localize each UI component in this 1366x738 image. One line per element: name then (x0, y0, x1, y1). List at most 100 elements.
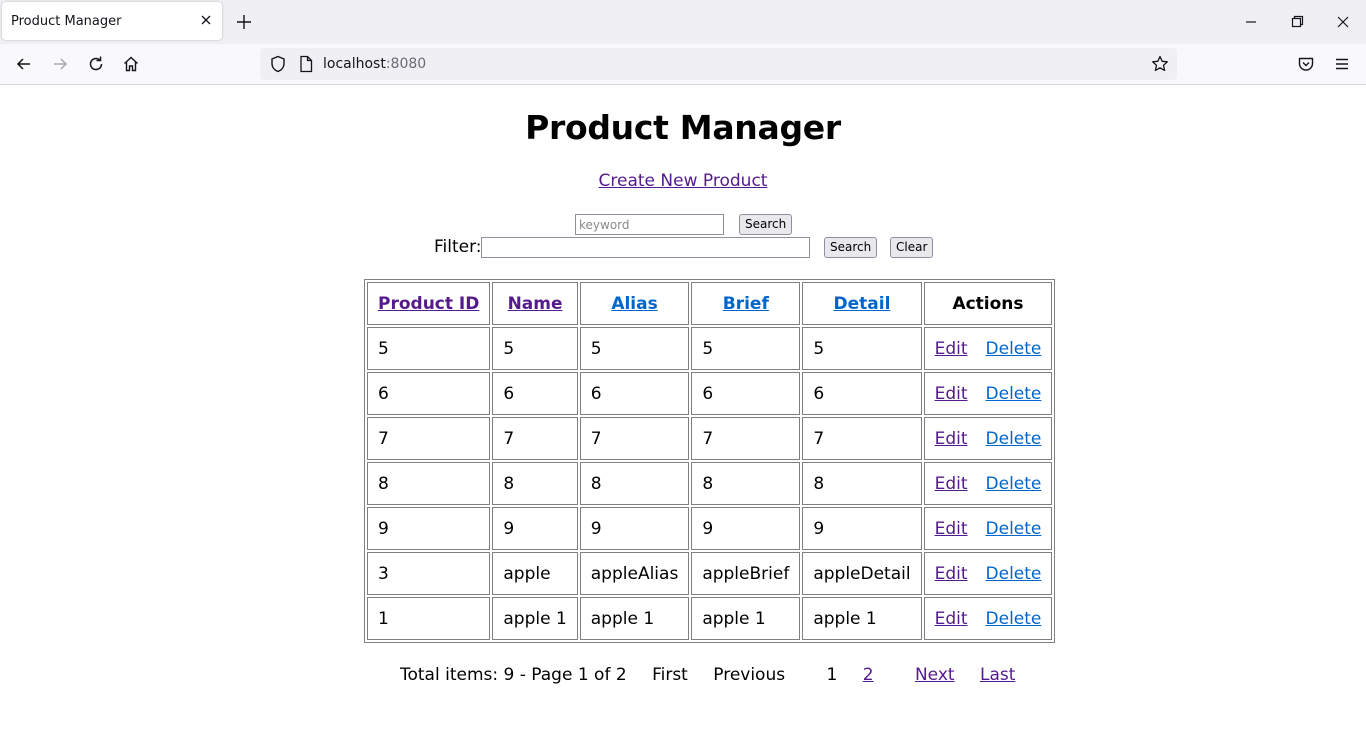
delete-link[interactable]: Delete (986, 519, 1042, 539)
cell-name: 6 (492, 372, 578, 415)
cell-product-id: 6 (367, 372, 491, 415)
url-port: :8080 (385, 56, 427, 72)
product-table: Product ID Name Alias Brief Detail Actio… (364, 279, 1056, 643)
active-tab[interactable]: Product Manager (2, 2, 222, 40)
cell-actions: Edit Delete (923, 327, 1053, 370)
cell-brief: appleBrief (691, 552, 801, 595)
edit-link[interactable]: Edit (935, 429, 968, 449)
pocket-icon[interactable] (1296, 54, 1316, 74)
table-row: 1 apple 1 apple 1 apple 1 apple 1 Edit Delete (367, 597, 1053, 640)
cell-detail: 6 (802, 372, 922, 415)
create-link-container: Create New Product (0, 171, 1366, 191)
delete-link[interactable]: Delete (986, 564, 1042, 584)
page-number-link[interactable]: 2 (863, 665, 874, 685)
delete-link[interactable]: Delete (986, 429, 1042, 449)
sort-alias-link[interactable]: Alias (611, 294, 657, 314)
page-icon (296, 54, 316, 74)
header-actions: Actions (923, 282, 1053, 325)
cell-detail: apple 1 (802, 597, 922, 640)
next-page-link[interactable]: Next (915, 665, 955, 685)
forward-icon[interactable] (50, 54, 70, 74)
cell-alias: 9 (579, 507, 690, 550)
minimize-icon[interactable] (1241, 12, 1261, 32)
cell-brief: 7 (691, 417, 801, 460)
clear-button[interactable]: Clear (890, 237, 934, 258)
tab-title: Product Manager (11, 14, 122, 29)
delete-link[interactable]: Delete (986, 609, 1042, 629)
cell-product-id: 8 (367, 462, 491, 505)
close-icon[interactable] (198, 12, 214, 28)
header-product-id: Product ID (367, 282, 491, 325)
sort-detail-link[interactable]: Detail (834, 294, 891, 314)
edit-link[interactable]: Edit (935, 564, 968, 584)
cell-alias: apple 1 (579, 597, 690, 640)
header-alias: Alias (579, 282, 690, 325)
table-row: 8 8 8 8 8 Edit Delete (367, 462, 1053, 505)
cell-actions: Edit Delete (923, 597, 1053, 640)
filter-input[interactable] (481, 237, 810, 258)
menu-icon[interactable] (1332, 54, 1352, 74)
edit-link[interactable]: Edit (935, 609, 968, 629)
cell-detail: 9 (802, 507, 922, 550)
reload-icon[interactable] (86, 54, 106, 74)
header-brief: Brief (691, 282, 801, 325)
shield-icon[interactable] (268, 54, 288, 74)
cell-detail: appleDetail (802, 552, 922, 595)
table-row: 5 5 5 5 5 Edit Delete (367, 327, 1053, 370)
tab-strip: Product Manager (0, 0, 1366, 44)
cell-product-id: 3 (367, 552, 491, 595)
delete-link[interactable]: Delete (986, 384, 1042, 404)
edit-link[interactable]: Edit (935, 474, 968, 494)
edit-link[interactable]: Edit (935, 339, 968, 359)
last-page-link[interactable]: Last (980, 665, 1015, 685)
table-row: 9 9 9 9 9 Edit Delete (367, 507, 1053, 550)
cell-brief: 8 (691, 462, 801, 505)
cell-name: 9 (492, 507, 578, 550)
header-name: Name (492, 282, 578, 325)
home-icon[interactable] (121, 54, 141, 74)
keyword-input[interactable] (575, 214, 724, 235)
window-close-icon[interactable] (1333, 12, 1353, 32)
cell-name: 7 (492, 417, 578, 460)
filter-search-button[interactable]: Search (824, 237, 878, 258)
header-detail: Detail (802, 282, 922, 325)
cell-name: apple 1 (492, 597, 578, 640)
cell-product-id: 5 (367, 327, 491, 370)
table-row: 6 6 6 6 6 Edit Delete (367, 372, 1053, 415)
cell-actions: Edit Delete (923, 462, 1053, 505)
cell-actions: Edit Delete (923, 507, 1053, 550)
restore-icon[interactable] (1287, 12, 1307, 32)
back-icon[interactable] (14, 54, 34, 74)
navigation-bar: localhost:8080 (0, 44, 1366, 85)
cell-actions: Edit Delete (923, 372, 1053, 415)
keyword-search-button[interactable]: Search (739, 214, 793, 235)
cell-name: 8 (492, 462, 578, 505)
cell-brief: 9 (691, 507, 801, 550)
cell-name: 5 (492, 327, 578, 370)
cell-alias: 7 (579, 417, 690, 460)
cell-alias: 5 (579, 327, 690, 370)
edit-link[interactable]: Edit (935, 519, 968, 539)
page-title: Product Manager (525, 108, 841, 147)
url-text[interactable]: localhost:8080 (323, 56, 426, 72)
table-row: 3 apple appleAlias appleBrief appleDetail Edi… (367, 552, 1053, 595)
page-content: Product Manager Create New Product Searc… (0, 85, 1366, 738)
create-new-product-link[interactable]: Create New Product (599, 171, 768, 191)
star-icon[interactable] (1150, 54, 1170, 74)
url-bar[interactable]: localhost:8080 (260, 48, 1177, 80)
first-page-label: First (652, 665, 688, 685)
sort-name-link[interactable]: Name (508, 294, 563, 314)
delete-link[interactable]: Delete (986, 474, 1042, 494)
cell-alias: 6 (579, 372, 690, 415)
delete-link[interactable]: Delete (986, 339, 1042, 359)
cell-actions: Edit Delete (923, 552, 1053, 595)
edit-link[interactable]: Edit (935, 384, 968, 404)
page-number-current: 1 (826, 665, 838, 685)
sort-brief-link[interactable]: Brief (723, 294, 769, 314)
plus-icon[interactable] (235, 13, 253, 31)
sort-product-id-link[interactable]: Product ID (378, 294, 479, 314)
table-row: 7 7 7 7 7 Edit Delete (367, 417, 1053, 460)
cell-brief: 5 (691, 327, 801, 370)
cell-name: apple (492, 552, 578, 595)
previous-page-label: Previous (713, 665, 786, 685)
